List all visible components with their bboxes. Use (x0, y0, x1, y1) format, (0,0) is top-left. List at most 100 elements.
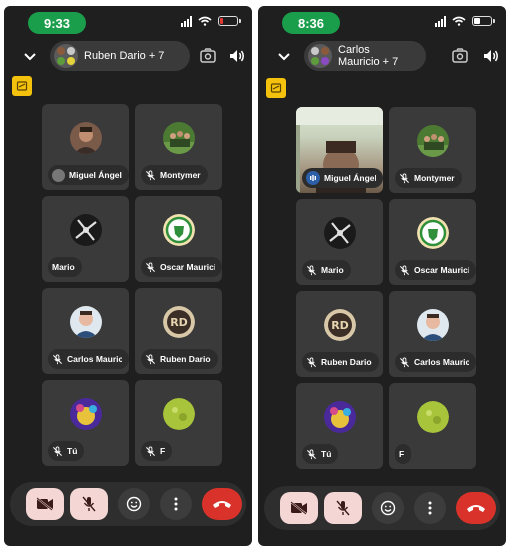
participant-name: Miguel Ángel (324, 173, 376, 183)
participant-label: Oscar Mauricio (141, 257, 222, 277)
participant-avatar (69, 398, 102, 431)
participant-avatar (323, 217, 356, 250)
mic-off-icon (307, 264, 316, 275)
screen-right: 8:36 Carlos Mauricio + 7 Miguel Ángel Mo… (258, 6, 506, 546)
mic-off-icon (307, 448, 316, 459)
screen-left: 9:33 Ruben Dario + 7 Miguel Ángel Montym… (4, 6, 252, 546)
call-title-button[interactable]: Carlos Mauricio + 7 (304, 41, 426, 71)
group-avatars-icon (54, 44, 78, 68)
svg-text:RD: RD (170, 316, 188, 329)
participant-avatar (162, 122, 195, 155)
participant-tile[interactable]: Miguel Ángel (42, 104, 129, 190)
more-options-button[interactable] (160, 488, 192, 520)
participant-label: Miguel Ángel (48, 165, 129, 185)
participant-name: Tú (67, 446, 78, 456)
camera-off-button[interactable] (26, 488, 64, 520)
mic-off-icon (336, 500, 350, 516)
mute-button[interactable] (324, 492, 362, 524)
participant-tile[interactable]: Carlos Mauricio (42, 288, 129, 374)
participant-label: Carlos Mauricio (395, 352, 476, 372)
participant-label: Ruben Dario (141, 349, 218, 369)
participant-avatar (162, 398, 195, 431)
hang-up-icon (467, 505, 485, 512)
participant-name: Mario (321, 265, 344, 275)
participant-tile[interactable]: RD Ruben Dario (135, 288, 222, 374)
participant-grid: Miguel Ángel Montymer Mario Oscar Mauric… (296, 107, 476, 469)
call-title: Ruben Dario + 7 (84, 50, 165, 62)
participant-tile[interactable]: Montymer (389, 107, 476, 193)
participant-tile[interactable]: Montymer (135, 104, 222, 190)
chevron-down-icon[interactable] (22, 49, 38, 65)
signal-icon (181, 15, 192, 27)
status-time: 8:36 (282, 12, 340, 34)
participant-tile[interactable]: F (135, 380, 222, 466)
more-options-button[interactable] (414, 492, 446, 524)
system-icons (435, 15, 495, 27)
end-call-button[interactable] (202, 488, 242, 520)
reactions-button[interactable] (118, 488, 150, 520)
participant-name: Carlos Mauricio (414, 357, 469, 367)
participant-label: Mario (302, 260, 351, 280)
participant-avatar: RD (162, 306, 195, 339)
participant-tile[interactable]: F (389, 383, 476, 469)
camera-switch-icon[interactable] (199, 47, 217, 65)
participant-tile[interactable]: Oscar Mauricio (389, 199, 476, 285)
participant-avatar (323, 401, 356, 434)
chevron-down-icon[interactable] (276, 49, 292, 65)
participant-avatar (416, 309, 449, 342)
call-controls (264, 486, 500, 530)
participant-tile[interactable]: RD Ruben Dario (296, 291, 383, 377)
more-vert-icon (174, 497, 178, 511)
participant-tile[interactable]: Mario (296, 199, 383, 285)
participant-label: Ruben Dario (302, 352, 379, 372)
wifi-icon (198, 16, 212, 26)
status-bar: 9:33 (4, 12, 252, 34)
participant-name: F (399, 449, 405, 459)
participant-tile[interactable]: Mario (42, 196, 129, 282)
participant-avatar (416, 125, 449, 158)
participant-tile[interactable]: Tú (42, 380, 129, 466)
participant-avatar: RD (323, 309, 356, 342)
hang-up-icon (213, 501, 231, 508)
call-header: Ruben Dario + 7 (4, 40, 252, 74)
signal-icon (435, 15, 446, 27)
participant-avatar (69, 214, 102, 247)
recording-indicator-icon[interactable] (266, 78, 286, 98)
participant-label: Mario (48, 257, 82, 277)
more-vert-icon (428, 501, 432, 515)
camera-switch-icon[interactable] (451, 47, 469, 65)
mic-off-icon (53, 353, 62, 364)
end-call-button[interactable] (456, 492, 496, 524)
video-off-icon (36, 497, 53, 511)
mic-off-icon (146, 445, 155, 456)
participant-name: Miguel Ángel (69, 170, 122, 180)
participant-name: Oscar Mauricio (414, 265, 469, 275)
mic-off-icon (307, 356, 316, 367)
participant-name: Carlos Mauricio (67, 354, 122, 364)
status-bar: 8:36 (258, 12, 506, 34)
speaker-icon[interactable] (482, 47, 500, 65)
speaker-icon[interactable] (228, 47, 246, 65)
participant-tile[interactable]: Tú (296, 383, 383, 469)
participant-label: F (141, 441, 173, 461)
participant-name: Oscar Mauricio (160, 262, 215, 272)
participant-name: Montymer (160, 170, 201, 180)
call-title-button[interactable]: Ruben Dario + 7 (50, 41, 190, 71)
camera-off-button[interactable] (280, 492, 318, 524)
participant-name: Ruben Dario (160, 354, 211, 364)
mute-button[interactable] (70, 488, 108, 520)
participant-tile[interactable]: Oscar Mauricio (135, 196, 222, 282)
mic-off-icon (146, 261, 155, 272)
mic-off-icon (400, 172, 409, 183)
mic-off-icon (146, 353, 155, 364)
participant-tile[interactable]: Carlos Mauricio (389, 291, 476, 377)
participant-label: Carlos Mauricio (48, 349, 129, 369)
participant-name: Ruben Dario (321, 357, 372, 367)
recording-indicator-icon[interactable] (12, 76, 32, 96)
emoji-icon (380, 500, 396, 516)
system-icons (181, 15, 241, 27)
participant-tile-video[interactable]: Miguel Ángel (296, 107, 383, 193)
emoji-icon (126, 496, 142, 512)
group-avatars-icon (308, 44, 332, 68)
reactions-button[interactable] (372, 492, 404, 524)
